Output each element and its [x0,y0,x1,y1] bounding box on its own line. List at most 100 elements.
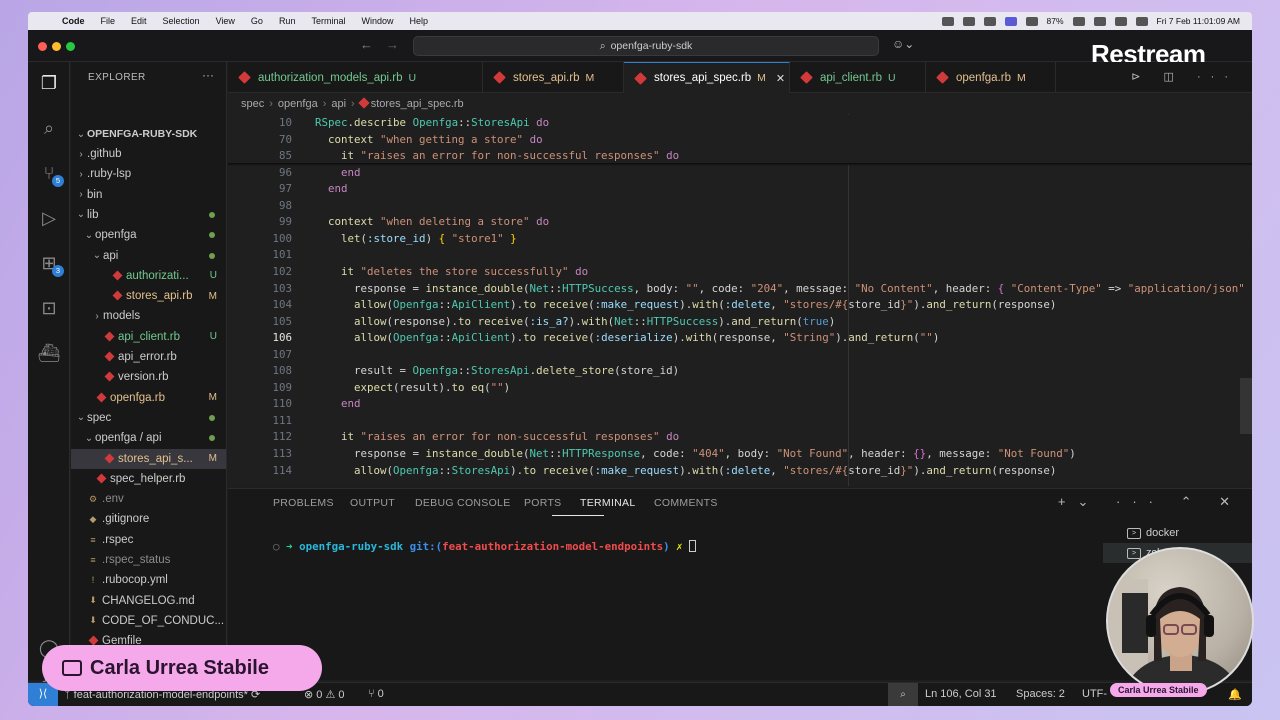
remote-explorer-icon[interactable]: ⊡ [36,295,62,321]
menu-terminal[interactable]: Terminal [303,16,353,26]
code-editor[interactable]: 10 RSpec.describe Openfga::StoresApi do 70… [228,114,1252,486]
panel-tab[interactable]: OUTPUT [350,497,395,509]
code-line[interactable]: 108 result = Openfga::StoresApi.delete_s… [228,363,1252,380]
panel-tab[interactable]: TERMINAL [580,497,636,509]
problems-indicator[interactable]: ⊗ 0 ⚠ 0 [304,688,345,701]
folder-item[interactable]: ⌄ api [71,246,226,266]
folder-item[interactable]: ⌄ spec [71,408,226,428]
code-line[interactable]: 101 [228,247,1252,264]
editor-tab[interactable]: api_client.rb U [790,62,926,93]
code-line[interactable]: 100 let(:store_id) { "store1" } [228,231,1252,248]
panel-tab[interactable]: PORTS [524,497,561,509]
file-item[interactable]: api_client.rb U [71,327,226,347]
search-icon[interactable] [1114,16,1127,26]
code-line[interactable]: 99 context "when deleting a store" do [228,214,1252,231]
notifications-icon[interactable]: 🔔 [1228,688,1242,701]
editor-tab[interactable]: stores_api_spec.rb M ✕ [624,62,790,93]
file-item[interactable]: openfga.rb M [71,388,226,408]
code-line[interactable]: 96 end [228,165,1252,182]
editor-tab[interactable]: stores_api.rb M [483,62,624,93]
more-actions-icon[interactable]: ··· [202,68,214,82]
code-line[interactable]: 104 allow(Openfga::ApiClient).to receive… [228,297,1252,314]
ports-indicator[interactable]: ⑂ 0 [368,688,384,700]
code-line[interactable]: 113 response = instance_double(Net::HTTP… [228,446,1252,463]
terminal-prompt[interactable]: ○ ➜ openfga-ruby-sdk git:(feat-authoriza… [234,527,697,566]
folder-item[interactable]: ⌄ lib [71,205,226,225]
zoom-window-button[interactable] [66,42,75,51]
code-line[interactable]: 111 [228,413,1252,430]
screen-share-icon[interactable] [1004,16,1017,26]
cursor-position[interactable]: Ln 106, Col 31 [925,688,997,700]
minimize-window-button[interactable] [52,42,61,51]
copilot-icon[interactable]: ☺⌄ [892,37,914,51]
close-window-button[interactable] [38,42,47,51]
back-arrow-icon[interactable]: ← [360,37,373,52]
menu-bar-clock[interactable]: Fri 7 Feb 11:01:09 AM [1157,16,1240,26]
menu-run[interactable]: Run [271,16,304,26]
folder-item[interactable]: › .ruby-lsp [71,164,226,184]
menu-view[interactable]: View [208,16,243,26]
code-line[interactable]: 114 allow(Openfga::StoresApi).to receive… [228,463,1252,480]
status-icon[interactable] [962,16,975,26]
status-icon[interactable] [1025,16,1038,26]
encoding[interactable]: UTF- [1082,688,1107,700]
menu-selection[interactable]: Selection [155,16,208,26]
code-line[interactable]: 112 it "raises an error for non-successf… [228,429,1252,446]
file-item[interactable]: api_error.rb [71,347,226,367]
files-icon[interactable]: ❐ [36,70,62,96]
breadcrumb-item[interactable]: openfga [278,98,318,110]
folder-item[interactable]: ⌄ openfga / api [71,428,226,448]
docker-icon[interactable]: ⛴ [36,340,62,366]
folder-item[interactable]: › bin [71,185,226,205]
breadcrumb-item[interactable]: api [331,98,346,110]
status-icon[interactable] [983,16,996,26]
editor-tab[interactable]: authorization_models_api.rb U [228,62,483,93]
file-item[interactable]: spec_helper.rb [71,469,226,489]
zoom-icon[interactable]: ⌕ [888,683,918,706]
explorer-root-folder[interactable]: ⌄ OPENFGA-RUBY-SDK [71,124,226,144]
code-line[interactable]: 102 it "deletes the store successfully" … [228,264,1252,281]
wifi-icon[interactable] [1093,16,1106,26]
command-center-search[interactable]: ⌕ openfga-ruby-sdk [413,36,879,56]
file-item[interactable]: ⚙ .env [71,489,226,509]
file-item[interactable]: ≡ .rspec [71,530,226,550]
menu-window[interactable]: Window [353,16,401,26]
file-item[interactable]: stores_api.rb M [71,286,226,306]
breadcrumb-item[interactable]: stores_api_spec.rb [358,97,464,110]
battery-icon[interactable] [1072,16,1085,26]
forward-arrow-icon[interactable]: → [386,37,399,52]
code-line[interactable]: 110 end [228,396,1252,413]
sticky-scroll-line[interactable]: 10 RSpec.describe Openfga::StoresApi do [228,115,1252,132]
editor-actions[interactable]: ⊳ ◫ ··· [1131,70,1238,83]
run-debug-icon[interactable]: ▷ [36,205,62,231]
file-item[interactable]: ! .rubocop.yml [71,570,226,590]
terminal-item[interactable]: > docker [1103,523,1252,543]
extensions-icon[interactable]: ⊞ 3 [36,250,64,277]
close-icon[interactable]: ✕ [776,72,785,85]
menu-file[interactable]: File [93,16,124,26]
folder-item[interactable]: ⌄ openfga [71,225,226,245]
folder-item[interactable]: › models [71,306,226,326]
panel-actions[interactable]: +⌄ ··· ⌃ ✕ [1058,494,1242,510]
control-center-icon[interactable] [1135,16,1148,26]
sticky-scroll-line[interactable]: 70 context "when getting a store" do [228,131,1252,149]
file-item[interactable]: version.rb [71,367,226,387]
menu-help[interactable]: Help [401,16,436,26]
code-line[interactable]: 105 allow(response).to receive(:is_a?).w… [228,314,1252,331]
file-item[interactable]: stores_api_s... M [71,448,226,469]
source-control-icon[interactable]: ⑂ 5 [36,160,64,187]
menu-edit[interactable]: Edit [123,16,155,26]
file-item[interactable]: ⬇ CODE_OF_CONDUC... [71,611,226,631]
panel-tab[interactable]: DEBUG CONSOLE [415,497,511,509]
editor-tab[interactable]: openfga.rb M [926,62,1056,93]
file-item[interactable]: ≡ .rspec_status [71,550,226,570]
indentation[interactable]: Spaces: 2 [1016,688,1065,700]
folder-item[interactable]: › .github [71,144,226,164]
panel-tab[interactable]: PROBLEMS [273,497,334,509]
menu-code[interactable]: Code [54,16,93,26]
panel-tab[interactable]: COMMENTS [654,497,718,509]
breadcrumb-item[interactable]: spec [241,98,264,110]
code-line[interactable]: 103 response = instance_double(Net::HTTP… [228,281,1252,298]
code-line[interactable]: 107 [228,347,1252,364]
code-line[interactable]: 97 end [228,181,1252,198]
